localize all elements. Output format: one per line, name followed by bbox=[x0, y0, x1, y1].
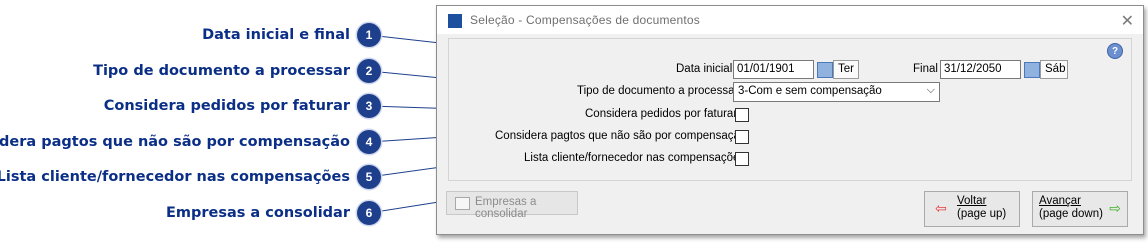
callout-label-2: Tipo de documento a processar bbox=[93, 63, 350, 79]
arrow-left-icon: ⇦ bbox=[935, 201, 947, 217]
avancar-label-line2: (page down) bbox=[1039, 208, 1103, 220]
callout-label-4: Considera pagtos que não são por compens… bbox=[0, 134, 350, 150]
close-icon[interactable]: ✕ bbox=[1121, 11, 1134, 30]
calendar-icon[interactable] bbox=[817, 62, 833, 78]
avancar-label-line1: Avançar bbox=[1039, 195, 1081, 207]
dialog-window: Seleção - Compensações de documentos ✕ ?… bbox=[436, 5, 1144, 235]
avancar-label: Avançar (page down) bbox=[1039, 195, 1103, 221]
voltar-label-line2: (page up) bbox=[957, 208, 1007, 220]
pagtos-checkbox[interactable] bbox=[735, 130, 749, 144]
callout-label-1: Data inicial e final bbox=[202, 27, 350, 43]
pagtos-label: Considera pagtos que não são por compens… bbox=[495, 130, 747, 142]
lista-label: Lista cliente/fornecedor nas compensaçõe… bbox=[524, 152, 746, 164]
callout-badge-6: 6 bbox=[357, 201, 381, 225]
date-start-day-button[interactable]: Ter bbox=[833, 60, 859, 79]
voltar-label: Voltar (page up) bbox=[957, 195, 1006, 221]
date-end-label: Final bbox=[913, 63, 938, 75]
callout-label-5: Lista cliente/fornecedor nas compensaçõe… bbox=[0, 169, 350, 185]
callout-label-6: Empresas a consolidar bbox=[165, 205, 350, 221]
avancar-button[interactable]: Avançar (page down) ⇨ bbox=[1032, 191, 1128, 227]
lista-checkbox[interactable] bbox=[735, 152, 749, 166]
date-start-label: Data inicial bbox=[676, 63, 733, 75]
title-bar: Seleção - Compensações de documentos ✕ bbox=[437, 6, 1143, 34]
arrow-right-icon: ⇨ bbox=[1109, 201, 1121, 217]
pedidos-checkbox[interactable] bbox=[735, 108, 749, 122]
table-icon bbox=[455, 197, 470, 210]
empresas-button-label: Empresas a consolidar bbox=[475, 196, 537, 220]
voltar-button[interactable]: ⇦ Voltar (page up) bbox=[924, 191, 1020, 227]
pedidos-label: Considera pedidos por faturar bbox=[585, 108, 738, 120]
date-end-field[interactable]: 31/12/2050 bbox=[940, 60, 1021, 79]
doc-type-label: Tipo de documento a processar bbox=[577, 85, 739, 97]
voltar-label-line1: Voltar bbox=[957, 195, 987, 207]
app-icon bbox=[448, 14, 462, 28]
callout-label-3: Considera pedidos por faturar bbox=[103, 98, 350, 114]
callout-badge-5: 5 bbox=[357, 165, 381, 189]
calendar-icon[interactable] bbox=[1024, 62, 1040, 78]
callout-badge-4: 4 bbox=[357, 130, 381, 154]
date-start-field[interactable]: 01/01/1901 bbox=[733, 60, 814, 79]
chevron-down-icon: ⌵ bbox=[926, 84, 935, 96]
help-icon[interactable]: ? bbox=[1107, 43, 1123, 59]
callout-badge-3: 3 bbox=[357, 94, 381, 118]
doc-type-value: 3-Com e sem compensação bbox=[738, 85, 882, 97]
window-title: Seleção - Compensações de documentos bbox=[470, 13, 700, 27]
doc-type-select[interactable]: 3-Com e sem compensação ⌵ bbox=[733, 82, 940, 102]
date-end-day-button[interactable]: Sáb bbox=[1040, 60, 1068, 79]
empresas-button[interactable]: Empresas a consolidar bbox=[446, 191, 578, 220]
callout-badge-1: 1 bbox=[357, 23, 381, 47]
callout-badge-2: 2 bbox=[357, 59, 381, 83]
